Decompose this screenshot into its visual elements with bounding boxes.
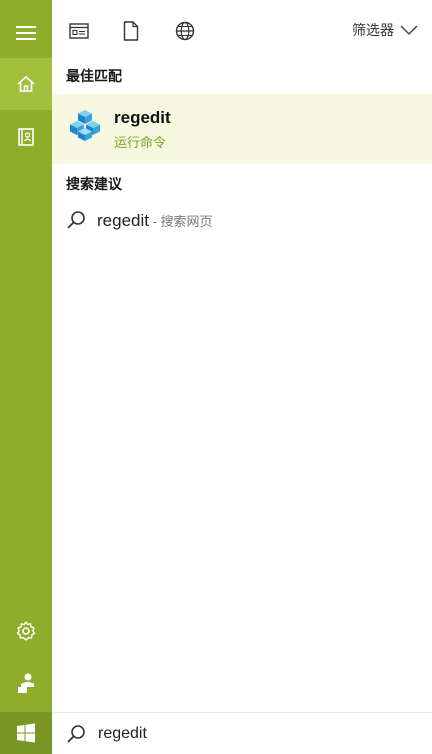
suggestion-item[interactable]: regedit - 搜索网页 [52, 202, 432, 238]
feedback-icon [18, 673, 34, 693]
hamburger-menu-button[interactable] [0, 8, 52, 58]
feedback-button[interactable] [0, 658, 52, 708]
web-scope-button[interactable] [172, 18, 198, 44]
web-globe-icon [175, 21, 195, 41]
apps-icon [69, 23, 89, 39]
home-button[interactable] [0, 58, 52, 110]
start-button[interactable] [0, 712, 52, 754]
settings-button[interactable] [0, 606, 52, 656]
search-icon [67, 725, 85, 743]
best-match-result[interactable]: regedit 运行命令 [52, 94, 432, 164]
suggestion-text: regedit - 搜索网页 [97, 211, 213, 231]
cortana-search-panel: 筛选器 最佳匹配 regedit 运行命令 搜索建议 regedit - 搜索网… [0, 0, 432, 754]
suggestion-suffix: - 搜索网页 [148, 214, 213, 229]
apps-scope-button[interactable] [66, 18, 92, 44]
hamburger-menu-icon [16, 26, 36, 40]
best-match-title: regedit [114, 108, 171, 127]
notebook-icon [18, 128, 34, 146]
documents-scope-button[interactable] [118, 18, 144, 44]
documents-icon [123, 21, 139, 41]
search-box [52, 712, 432, 754]
notebook-button[interactable] [0, 112, 52, 162]
search-input[interactable] [94, 721, 422, 747]
settings-icon [16, 621, 36, 641]
windows-logo-icon [17, 723, 35, 743]
filter-dropdown[interactable]: 筛选器 [352, 20, 418, 40]
best-match-heading: 最佳匹配 [66, 68, 122, 84]
search-scope-header: 筛选器 [52, 0, 432, 62]
search-icon [67, 211, 85, 229]
left-rail [0, 0, 52, 754]
search-suggestions-heading: 搜索建议 [66, 176, 122, 192]
filter-label: 筛选器 [352, 23, 394, 39]
home-icon [17, 75, 35, 92]
regedit-cubes-icon [70, 110, 100, 141]
chevron-down-icon [400, 25, 418, 36]
suggestion-query: regedit [97, 211, 149, 230]
best-match-subtitle: 运行命令 [114, 136, 167, 151]
